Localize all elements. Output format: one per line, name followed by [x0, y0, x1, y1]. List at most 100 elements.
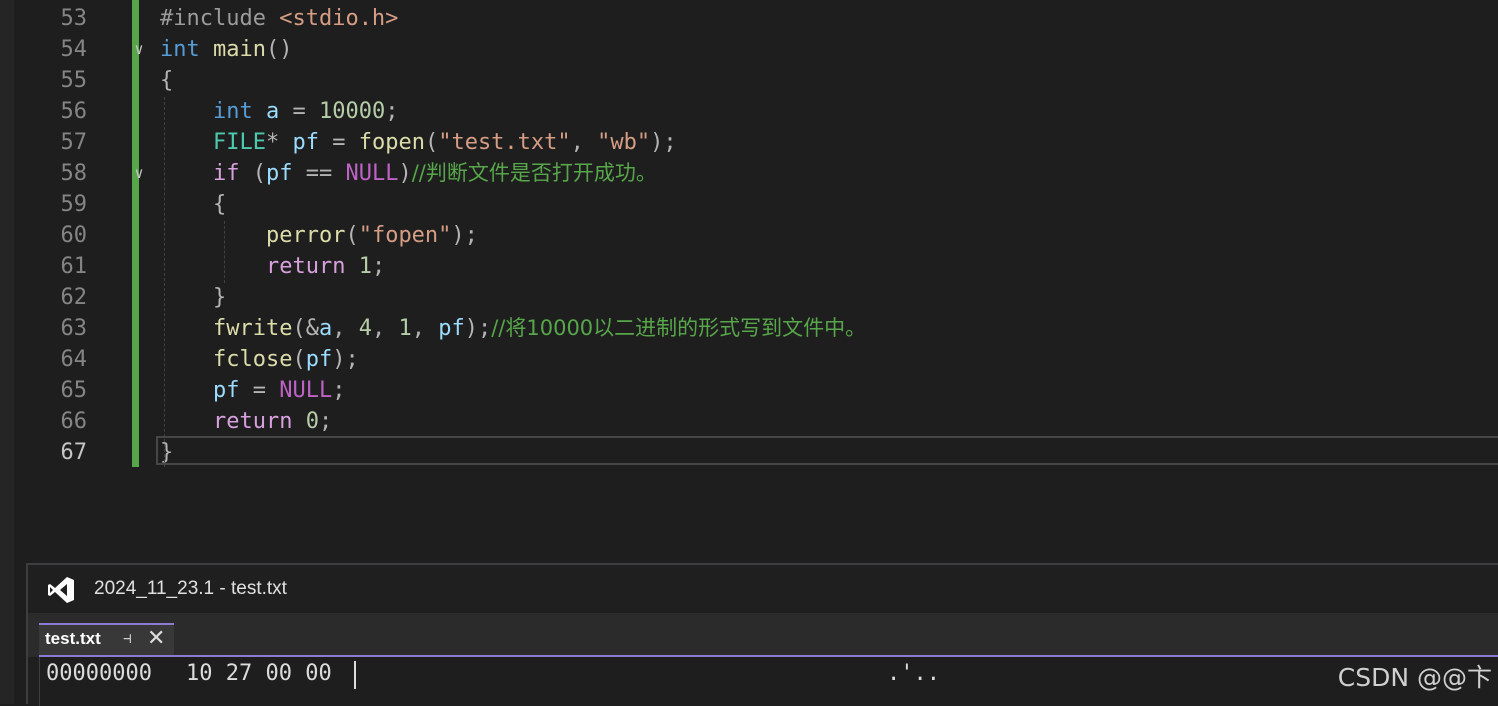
code-line[interactable]: 54 ∨ int main()	[14, 34, 1498, 65]
code-token: ,	[411, 316, 439, 341]
code-text[interactable]: fclose(pf);	[160, 344, 359, 375]
code-token: ,	[332, 316, 359, 341]
line-number: 57	[60, 130, 88, 155]
code-text[interactable]: {	[160, 189, 226, 220]
code-line[interactable]: 60 perror("fopen");	[14, 220, 1498, 251]
close-icon[interactable]: ✕	[147, 627, 165, 651]
code-token: perror	[265, 223, 346, 248]
code-token: NULL	[279, 378, 333, 403]
code-token: FILE	[212, 130, 266, 155]
code-token: );	[464, 316, 492, 341]
code-text[interactable]: }	[160, 282, 226, 313]
code-text[interactable]: return 0;	[160, 406, 332, 437]
code-token: pf	[305, 347, 333, 372]
code-text[interactable]: FILE* pf = fopen("test.txt", "wb");	[160, 127, 677, 158]
code-token: fclose	[212, 347, 293, 372]
line-number: 59	[60, 192, 88, 217]
visual-studio-icon	[48, 577, 74, 603]
code-token: );	[332, 347, 359, 372]
code-line[interactable]: 65 pf = NULL;	[14, 375, 1498, 406]
code-line[interactable]: 59 {	[14, 189, 1498, 220]
code-token: =	[279, 99, 319, 124]
code-token: )	[398, 161, 412, 186]
code-line[interactable]: 63 fwrite(&a, 4, 1, pf);//将10000以二进制的形式写…	[14, 313, 1498, 344]
code-token: *	[265, 130, 293, 155]
code-text[interactable]: int main()	[160, 34, 292, 65]
code-token: );	[451, 223, 478, 248]
code-token: ;	[371, 254, 386, 279]
code-token: (	[424, 130, 439, 155]
code-text[interactable]: if (pf == NULL)//判断文件是否打开成功。	[160, 158, 657, 189]
code-text[interactable]: pf = NULL;	[160, 375, 345, 406]
code-token: );	[650, 130, 677, 155]
code-editor[interactable]: 53 #include <stdio.h> 54 ∨ int main() 55{56 i…	[14, 0, 1498, 560]
tab-test-txt[interactable]: test.txt ⊣ ✕	[39, 623, 174, 655]
code-text[interactable]: perror("fopen");	[160, 220, 478, 251]
code-line[interactable]: 55 {	[14, 65, 1498, 96]
code-token: ;	[385, 99, 399, 124]
code-token: //判断文件是否打开成功。	[411, 161, 657, 185]
code-token: =	[239, 378, 280, 403]
code-text[interactable]: fwrite(&a, 4, 1, pf);//将10000以二进制的形式写到文件…	[160, 313, 866, 344]
code-line[interactable]: 58 ∨ if (pf == NULL)//判断文件是否打开成功。	[14, 158, 1498, 189]
code-token: <stdio.h>	[279, 6, 399, 31]
code-token: ;	[318, 409, 333, 434]
line-number: 55	[60, 68, 88, 93]
tab-label: test.txt	[45, 629, 101, 648]
code-text[interactable]: {	[160, 65, 173, 96]
code-token: }	[160, 285, 227, 310]
code-token: 1	[358, 254, 372, 279]
line-number: 60	[60, 223, 88, 248]
code-token: ,	[570, 130, 598, 155]
code-token: ,	[371, 316, 399, 341]
code-line[interactable]: 66 return 0;	[14, 406, 1498, 437]
line-number: 66	[60, 409, 88, 434]
hex-bytes[interactable]: 10 27 00 00	[186, 661, 332, 686]
text-caret	[354, 661, 356, 689]
code-token: fwrite	[212, 316, 293, 341]
fold-chevron-icon[interactable]: ∨	[131, 34, 147, 65]
indent-guide	[164, 97, 165, 467]
code-text[interactable]: #include <stdio.h>	[160, 3, 398, 34]
code-line[interactable]: 64 fclose(pf);	[14, 344, 1498, 375]
code-token: ()	[265, 37, 293, 62]
code-text[interactable]: int a = 10000;	[160, 96, 398, 127]
line-number: 53	[60, 6, 88, 31]
code-text[interactable]: return 1;	[160, 251, 385, 282]
indent-guide-inner	[224, 221, 225, 283]
code-token: 4	[358, 316, 372, 341]
code-line[interactable]: 61 return 1;	[14, 251, 1498, 282]
line-number: 67	[60, 440, 88, 465]
hex-ascii[interactable]: .'..	[887, 661, 940, 686]
line-number: 63	[60, 316, 88, 341]
code-token: main	[213, 37, 266, 62]
code-token: {	[160, 68, 174, 93]
code-token: pf	[438, 316, 465, 341]
hex-view[interactable]: 00000000 10 27 00 00 .'..	[39, 657, 1498, 706]
left-edge-strip	[0, 0, 14, 704]
code-token: 1	[398, 316, 412, 341]
code-token: "test.txt"	[438, 130, 571, 155]
window-title: 2024_11_23.1 - test.txt	[94, 578, 287, 599]
code-token: int	[160, 37, 200, 62]
code-token: ;	[332, 378, 346, 403]
code-token: return	[212, 409, 293, 434]
code-token: NULL	[345, 161, 399, 186]
code-line[interactable]: 57 FILE* pf = fopen("test.txt", "wb");	[14, 127, 1498, 158]
code-line[interactable]: 62 }	[14, 282, 1498, 313]
pin-icon[interactable]: ⊣	[123, 631, 139, 647]
code-token: 10000	[318, 99, 386, 124]
current-line-highlight	[156, 436, 1498, 465]
code-line[interactable]: 53 #include <stdio.h>	[14, 3, 1498, 34]
code-line[interactable]: 56 int a = 10000;	[14, 96, 1498, 127]
fold-chevron-icon[interactable]: ∨	[131, 158, 147, 189]
code-token: "fopen"	[358, 223, 452, 248]
window-title-bar[interactable]: 2024_11_23.1 - test.txt	[28, 565, 1498, 613]
